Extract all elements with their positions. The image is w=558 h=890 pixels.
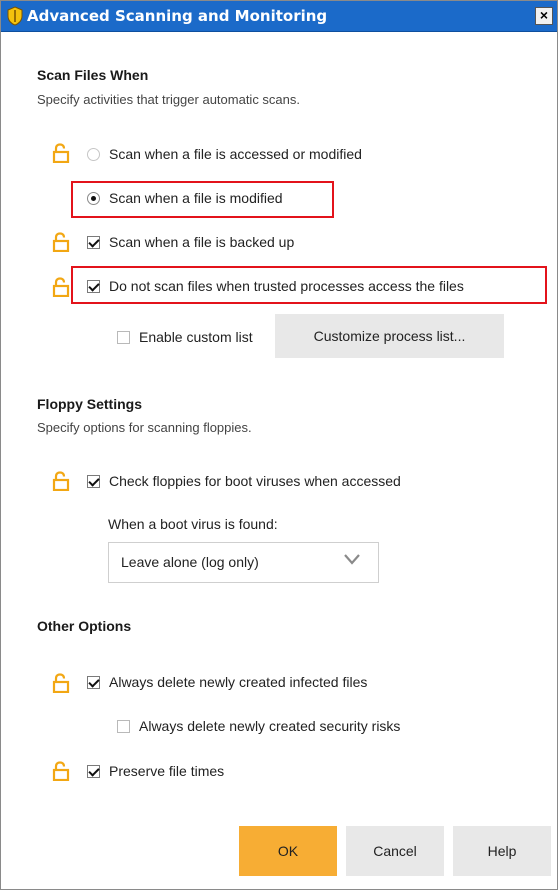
customize-process-list-button[interactable]: Customize process list... <box>275 314 504 358</box>
check-floppies-checkbox[interactable] <box>87 475 100 488</box>
floppy-settings-title: Floppy Settings <box>37 396 142 412</box>
scan-files-title: Scan Files When <box>37 67 149 83</box>
lock-icon[interactable] <box>51 143 71 163</box>
boot-virus-action-dropdown[interactable]: Leave alone (log only) <box>108 542 379 583</box>
floppy-settings-description: Specify options for scanning floppies. <box>37 420 252 435</box>
lock-icon[interactable] <box>51 277 71 297</box>
cancel-button[interactable]: Cancel <box>346 826 444 876</box>
delete-infected-checkbox[interactable] <box>87 676 100 689</box>
scan-accessed-or-modified-label: Scan when a file is accessed or modified <box>109 146 362 162</box>
lock-icon[interactable] <box>51 232 71 252</box>
delete-risks-checkbox[interactable] <box>117 720 130 733</box>
enable-custom-list-label: Enable custom list <box>139 329 253 345</box>
scan-modified-radio[interactable] <box>87 192 100 205</box>
scan-backed-up-label: Scan when a file is backed up <box>109 234 295 250</box>
preserve-file-times-label: Preserve file times <box>109 763 225 779</box>
shield-icon <box>7 6 23 26</box>
trusted-processes-checkbox[interactable] <box>87 280 100 293</box>
title-bar[interactable]: Advanced Scanning and Monitoring × <box>1 1 557 32</box>
chevron-down-icon <box>344 554 360 565</box>
other-options-title: Other Options <box>37 618 132 634</box>
scan-files-description: Specify activities that trigger automati… <box>37 92 301 107</box>
ok-button[interactable]: OK <box>239 826 337 876</box>
scan-backed-up-checkbox[interactable] <box>87 236 100 249</box>
help-button[interactable]: Help <box>453 826 551 876</box>
preserve-file-times-checkbox[interactable] <box>87 765 100 778</box>
dialog-window: Advanced Scanning and Monitoring × Scan … <box>0 0 558 890</box>
check-floppies-label: Check floppies for boot viruses when acc… <box>109 473 401 489</box>
delete-risks-label: Always delete newly created security ris… <box>139 718 401 734</box>
scan-modified-label: Scan when a file is modified <box>109 190 283 206</box>
close-button[interactable]: × <box>535 7 553 25</box>
boot-virus-action-value: Leave alone (log only) <box>121 554 259 570</box>
window-title: Advanced Scanning and Monitoring <box>27 7 328 25</box>
enable-custom-list-checkbox[interactable] <box>117 331 130 344</box>
scan-accessed-or-modified-radio[interactable] <box>87 148 100 161</box>
boot-virus-found-label: When a boot virus is found: <box>108 516 278 532</box>
lock-icon[interactable] <box>51 673 71 693</box>
lock-icon[interactable] <box>51 471 71 491</box>
delete-infected-label: Always delete newly created infected fil… <box>109 674 368 690</box>
trusted-processes-label: Do not scan files when trusted processes… <box>109 278 464 294</box>
lock-icon[interactable] <box>51 761 71 781</box>
